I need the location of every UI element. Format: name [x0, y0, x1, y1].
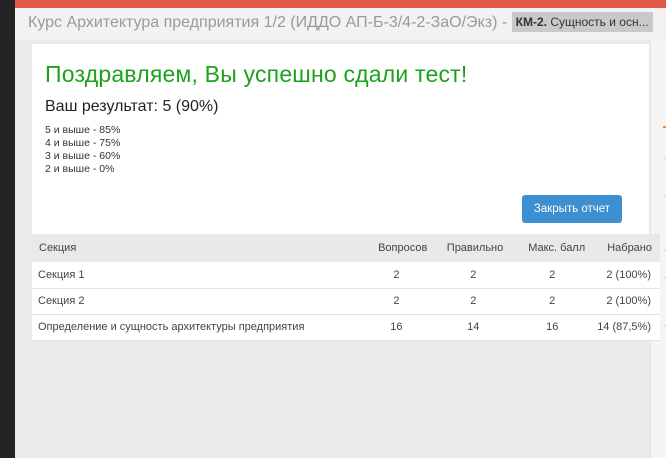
course-header: Курс Архитектура предприятия 1/2 (ИДДО А…	[15, 8, 666, 40]
cell-questions: 2	[393, 295, 400, 307]
cell-section: Секция 2	[38, 295, 85, 307]
close-report-button[interactable]: Закрыть отчет	[522, 195, 622, 223]
cell-section: Секция 1	[38, 268, 85, 281]
cell-max-score: 2	[549, 295, 556, 307]
grade-scale-item: 2 и выше - 0%	[45, 163, 115, 175]
header-questions: Вопросов	[378, 242, 428, 254]
cell-correct: 14	[467, 321, 480, 333]
success-message: Поздравляем, Вы успешно сдали тест!	[45, 61, 468, 87]
results-table-container: Секция Вопросов Правильно Макс. балл Наб…	[32, 234, 660, 341]
course-title: Курс Архитектура предприятия 1/2 (ИДДО А…	[28, 14, 498, 31]
table-row: Секция 2 2 2 2 2 (100%)	[32, 288, 660, 314]
result-card: Поздравляем, Вы успешно сдали тест! Ваш …	[32, 44, 649, 234]
cell-scored: 2 (100%)	[606, 268, 651, 281]
cell-correct: 2	[470, 295, 477, 307]
cell-max-score: 16	[546, 321, 559, 333]
table-row: Определение и сущность архитектуры предп…	[32, 314, 660, 340]
cell-questions: 16	[390, 321, 403, 333]
header-section: Секция	[39, 242, 77, 254]
cell-section: Определение и сущность архитектуры предп…	[38, 321, 305, 333]
score-line: Ваш результат: 5 (90%)	[45, 98, 219, 115]
grade-scale: 5 и выше - 85% 4 и выше - 75% 3 и выше -…	[45, 124, 120, 176]
grade-scale-item: 4 и выше - 75%	[45, 137, 121, 149]
header-scored: Набрано	[607, 242, 652, 254]
left-dark-strip	[0, 0, 15, 458]
header-separator: -	[501, 14, 508, 31]
table-header-row: Секция Вопросов Правильно Макс. балл Наб…	[32, 234, 660, 262]
top-accent-bar	[15, 0, 666, 8]
results-table: Секция Вопросов Правильно Макс. балл Наб…	[32, 234, 660, 341]
cell-max-score: 2	[549, 268, 556, 281]
grade-scale-item: 3 и выше - 60%	[45, 150, 121, 162]
module-title: Сущность и осн...	[550, 15, 649, 29]
table-row: Секция 1 2 2 2 2 (100%)	[32, 262, 660, 288]
header-correct: Правильно	[446, 242, 504, 254]
cell-questions: 2	[393, 268, 400, 281]
module-chip[interactable]: КМ-2. Сущность и осн...	[511, 12, 653, 32]
cell-scored: 2 (100%)	[606, 295, 651, 307]
module-code: КМ-2.	[515, 15, 547, 29]
cell-scored: 14 (87,5%)	[597, 321, 651, 333]
cell-correct: 2	[470, 268, 477, 281]
header-max-score: Макс. балл	[528, 242, 586, 254]
grade-scale-item: 5 и выше - 85%	[45, 124, 121, 136]
